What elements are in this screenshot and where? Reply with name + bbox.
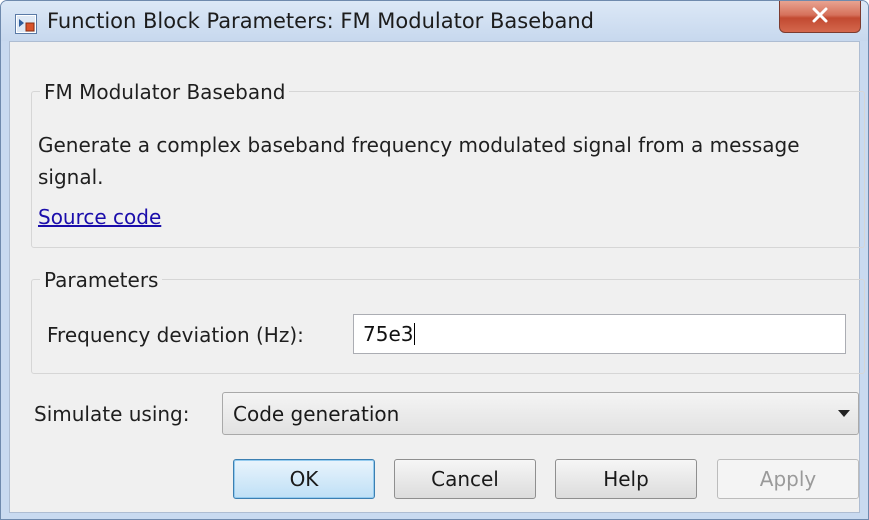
frequency-deviation-label: Frequency deviation (Hz):	[47, 323, 304, 347]
title-bar[interactable]: Function Block Parameters: FM Modulator …	[1, 1, 868, 41]
dropdown-arrow-icon[interactable]	[838, 410, 850, 417]
simulink-block-icon	[15, 14, 37, 34]
simulate-using-value: Code generation	[233, 402, 400, 426]
source-code-link[interactable]: Source code	[38, 205, 161, 229]
frequency-deviation-value: 75e3	[363, 322, 414, 346]
cancel-button[interactable]: Cancel	[394, 459, 536, 499]
block-group-legend: FM Modulator Baseband	[40, 80, 290, 104]
help-button[interactable]: Help	[555, 459, 697, 499]
frequency-deviation-input[interactable]: 75e3	[353, 314, 846, 354]
dialog-window: Function Block Parameters: FM Modulator …	[0, 0, 869, 520]
window-title: Function Block Parameters: FM Modulator …	[47, 9, 594, 33]
close-icon	[811, 7, 829, 27]
simulate-using-label: Simulate using:	[34, 402, 190, 426]
close-button[interactable]	[779, 1, 861, 33]
block-description: Generate a complex baseband frequency mo…	[38, 133, 800, 189]
apply-button[interactable]: Apply	[717, 459, 859, 499]
simulate-using-dropdown[interactable]: Code generation	[222, 392, 859, 435]
ok-button[interactable]: OK	[233, 459, 375, 499]
text-caret	[414, 323, 416, 345]
parameters-group-legend: Parameters	[40, 268, 163, 292]
